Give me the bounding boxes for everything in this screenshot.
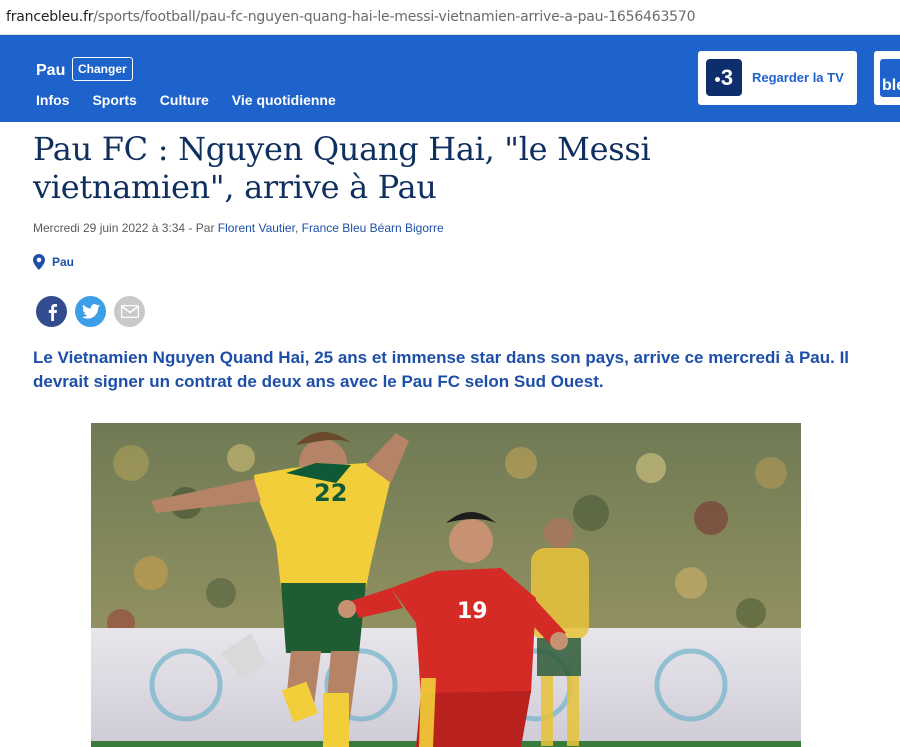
email-icon xyxy=(120,305,139,318)
red-jersey-number: 19 xyxy=(457,599,488,624)
url-domain: francebleu.fr xyxy=(6,9,94,25)
article-meta: Mercredi 29 juin 2022 à 3:34 - Par Flore… xyxy=(33,221,444,235)
watch-tv-label: Regarder la TV xyxy=(752,70,844,85)
browser-address-bar[interactable]: francebleu.fr/sports/football/pau-fc-ngu… xyxy=(0,0,900,35)
article-photo: 22 19 xyxy=(91,423,801,747)
france-bleu-logo: ble xyxy=(880,59,900,97)
article-lead: Le Vietnamien Nguyen Quand Hai, 25 ans e… xyxy=(33,348,850,391)
current-city: Pau xyxy=(36,62,66,79)
france3-logo: 3 xyxy=(706,59,742,96)
meta-separator: , xyxy=(294,221,302,235)
nav-vie-quotidienne[interactable]: Vie quotidienne xyxy=(232,92,336,108)
nav-infos[interactable]: Infos xyxy=(36,92,69,108)
france-bleu-button[interactable]: ble xyxy=(874,51,900,105)
twitter-icon xyxy=(81,304,100,319)
location-tag[interactable]: Pau xyxy=(33,254,74,270)
watch-tv-button[interactable]: 3 Regarder la TV xyxy=(698,51,857,105)
site-header: Pau Changer Infos Sports Culture Vie quo… xyxy=(0,35,900,122)
yellow-jersey-number: 22 xyxy=(314,479,347,507)
nav-sports[interactable]: Sports xyxy=(92,92,136,108)
article-author-link[interactable]: Florent Vautier xyxy=(218,221,295,235)
change-city-button[interactable]: Changer xyxy=(72,57,133,81)
share-buttons xyxy=(36,296,145,327)
facebook-share-button[interactable] xyxy=(36,296,67,327)
football-match-illustration: 22 19 xyxy=(91,423,801,747)
nav-culture[interactable]: Culture xyxy=(160,92,209,108)
email-share-button[interactable] xyxy=(114,296,145,327)
main-nav: Infos Sports Culture Vie quotidienne xyxy=(36,92,359,108)
article-date: Mercredi 29 juin 2022 à 3:34 - Par xyxy=(33,221,218,235)
article-station-link[interactable]: France Bleu Béarn Bigorre xyxy=(302,221,444,235)
location-label: Pau xyxy=(52,255,75,269)
article-title: Pau FC : Nguyen Quang Hai, "le Messi vie… xyxy=(33,130,651,206)
location-pin-icon xyxy=(33,254,45,270)
twitter-share-button[interactable] xyxy=(75,296,106,327)
url-text[interactable]: francebleu.fr/sports/football/pau-fc-ngu… xyxy=(6,9,695,25)
facebook-icon xyxy=(48,303,57,321)
url-path: /sports/football/pau-fc-nguyen-quang-hai… xyxy=(93,9,696,25)
